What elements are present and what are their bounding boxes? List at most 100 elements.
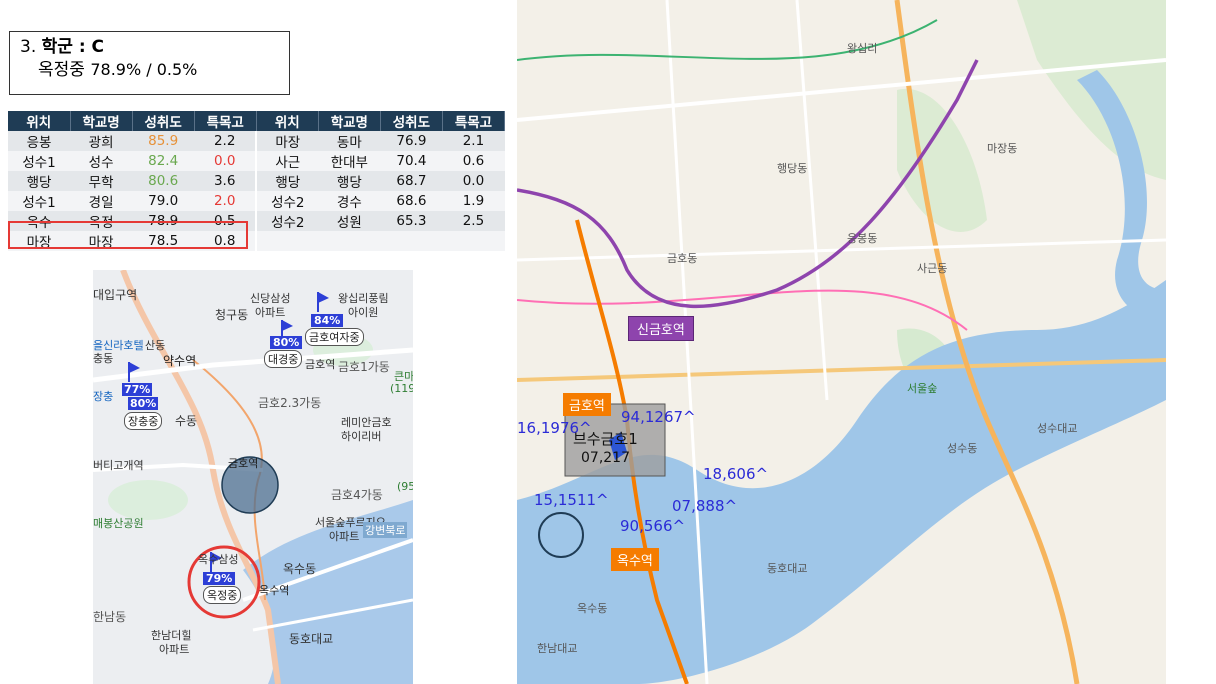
table-cell: 85.9: [132, 131, 195, 151]
table-cell: 한대부: [318, 151, 381, 171]
map-label: 버티고개역: [93, 459, 144, 472]
map-label: 금호역: [228, 457, 259, 470]
table-cell: 광희: [70, 131, 133, 151]
table-cell: [442, 231, 505, 251]
map-label: (119: [390, 382, 413, 395]
table-cell: 76.9: [380, 131, 443, 151]
table-cell: 2.1: [442, 131, 505, 151]
map-number-label: 18,606^: [703, 465, 769, 483]
map-label: 금호2.3가동: [258, 396, 322, 410]
left-map: 대입구역 신당삼성 아파트 왕십리풍림 아이원 청구동 84% 금호여자중 80…: [93, 270, 413, 684]
map-number-label: 15,1511^: [534, 491, 609, 509]
map-label: 왕십리: [847, 42, 878, 55]
highlight-box: [8, 221, 248, 249]
table-cell: 79.0: [132, 191, 195, 211]
table-row: 응봉 광희 85.9 2.2 마장 동마 76.9 2.1: [8, 131, 505, 151]
map-label: 금호동: [667, 252, 698, 265]
map-label: 아파트: [255, 306, 286, 319]
map-label: 동호대교: [767, 562, 808, 575]
table-header-cell: 성취도: [380, 111, 443, 131]
map-label: 강변북로: [363, 522, 408, 538]
map-number-label: 90,566^: [620, 517, 686, 535]
subtitle-line: 옥정중 78.9% / 0.5%: [20, 58, 279, 82]
title-box: 3. 학군 : C 옥정중 78.9% / 0.5%: [9, 31, 290, 95]
table-header-cell: 위치: [256, 111, 319, 131]
map-label: (95: [397, 480, 413, 493]
table-cell: 80.6: [132, 171, 195, 191]
map-label: 대입구역: [93, 288, 138, 302]
table-cell: 성수1: [8, 191, 71, 211]
map-label: 성수대교: [1037, 422, 1078, 435]
map-label: 산동: [145, 339, 166, 352]
map-overlay-label: 브수금호1: [573, 430, 638, 448]
map-label: 약수역: [163, 354, 197, 368]
subtitle-school: 옥정중: [38, 60, 85, 80]
table-cell: 경수: [318, 191, 381, 211]
title-number: 3.: [20, 37, 37, 57]
table-cell: [380, 231, 443, 251]
map-label: 옥수삼성: [198, 553, 239, 566]
station-label-oksu: 옥수역: [611, 548, 659, 571]
table-cell: 성수2: [255, 211, 319, 231]
table-cell: 68.7: [380, 171, 443, 191]
table-cell: 3.6: [194, 171, 257, 191]
table-row: 행당 무학 80.6 3.6 행당 행당 68.7 0.0: [8, 171, 505, 191]
table-cell: 행당: [8, 171, 71, 191]
school-rate-badge: 77%: [122, 383, 153, 396]
table-row: 성수1 성수 82.4 0.0 사근 한대부 70.4 0.6: [8, 151, 505, 171]
right-map-canvas: [517, 0, 1166, 684]
table-cell: 행당: [318, 171, 381, 191]
map-label: 성수동: [947, 442, 978, 455]
map-number-label: 94,1267^: [621, 408, 696, 426]
map-label: 금호1가동: [338, 360, 390, 374]
table-header-cell: 특목고: [442, 111, 506, 131]
table-cell: 0.0: [442, 171, 505, 191]
table-header-cell: 학교명: [70, 111, 133, 131]
school-name-pill: 옥정중: [203, 586, 242, 604]
subtitle-values: 78.9% / 0.5%: [90, 60, 198, 79]
map-label: 아파트: [329, 530, 360, 543]
table-cell: 사근: [255, 151, 319, 171]
table-cell: 68.6: [380, 191, 443, 211]
school-rate-badge: 79%: [203, 572, 236, 585]
left-map-canvas: [93, 270, 413, 684]
map-label: 동호대교: [289, 632, 334, 646]
table-cell: 2.0: [194, 191, 257, 211]
table-row: 성수1 경일 79.0 2.0 성수2 경수 68.6 1.9: [8, 191, 505, 211]
school-rate-badge: 80%: [128, 397, 159, 410]
map-label: 응봉동: [847, 232, 878, 245]
table-cell: 1.9: [442, 191, 505, 211]
map-label: 금호4가동: [331, 488, 383, 502]
table-cell: [255, 231, 319, 251]
school-name-pill: 금호여자중: [305, 328, 364, 346]
table-cell: 0.0: [194, 151, 257, 171]
table-cell: 행당: [255, 171, 319, 191]
station-label-geumho: 금호역: [563, 393, 611, 416]
station-label-singeumho: 신금호역: [628, 316, 694, 341]
map-label: 매봉산공원: [93, 517, 144, 530]
map-label: 옥수동: [283, 562, 317, 576]
map-label: 한남대교: [537, 642, 578, 655]
map-label: 하이리버: [341, 430, 382, 443]
table-cell: 동마: [318, 131, 381, 151]
table-cell: 70.4: [380, 151, 443, 171]
table-cell: 2.5: [442, 211, 505, 231]
title-heading: 학군 : C: [41, 37, 105, 57]
table-header-cell: 특목고: [194, 111, 257, 131]
table-header-cell: 성취도: [132, 111, 195, 131]
school-name-pill: 대경중: [264, 350, 303, 368]
map-label: 아파트: [159, 643, 190, 656]
map-label: 장충: [93, 390, 114, 403]
map-label: 마장동: [987, 142, 1018, 155]
table-cell: 성수2: [255, 191, 319, 211]
table-cell: 성원: [318, 211, 381, 231]
right-map: 신금호역 금호역 옥수역 16,1976^ 94,1267^ 브수금호1 07,…: [517, 0, 1166, 684]
table-header-row: 위치 학교명 성취도 특목고 위치 학교명 성취도 특목고: [8, 111, 506, 131]
map-label: 행당동: [777, 162, 808, 175]
map-label: 서울숲: [907, 382, 938, 395]
table-header-cell: 위치: [8, 111, 71, 131]
map-label: 금호역: [305, 358, 336, 371]
table-cell: 65.3: [380, 211, 443, 231]
table-cell: 경일: [70, 191, 133, 211]
map-label: 옥수역: [259, 584, 290, 597]
